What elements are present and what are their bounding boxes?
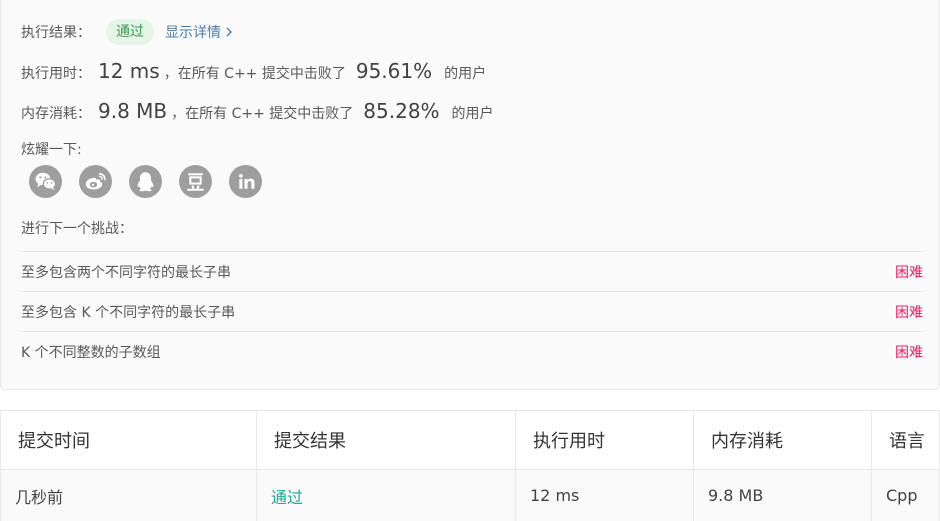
runtime-beat-text: ，在所有 C++ 提交中击败了	[163, 66, 346, 82]
result-row: 执行结果： 通过 显示详情	[21, 19, 232, 45]
header-submit-time: 提交时间	[0, 411, 257, 469]
wechat-share-button[interactable]	[29, 165, 62, 198]
memory-value: 9.8 MB	[98, 99, 168, 123]
memory-beat-text: ，在所有 C++ 提交中击败了	[171, 106, 354, 122]
next-challenge-row: 进行下一个挑战：	[21, 219, 133, 237]
header-submit-result: 提交结果	[257, 411, 516, 469]
header-memory: 内存消耗	[694, 411, 872, 469]
difficulty-badge: 困难	[895, 304, 923, 321]
difficulty-badge: 困难	[895, 344, 923, 361]
runtime-label: 执行用时：	[21, 66, 91, 82]
weibo-share-button[interactable]	[79, 165, 112, 198]
runtime-percent: 95.61%	[355, 59, 433, 83]
wechat-icon	[35, 172, 57, 191]
cell-submit-time: 几秒前	[0, 470, 257, 521]
cell-runtime: 12 ms	[516, 470, 694, 521]
douban-share-button[interactable]	[179, 165, 212, 198]
share-label: 炫耀一下:	[21, 142, 82, 158]
challenge-item[interactable]: 至多包含两个不同字符的最长子串 困难	[21, 251, 923, 291]
cell-memory: 9.8 MB	[694, 470, 872, 521]
runtime-row: 执行用时： 12 ms ，在所有 C++ 提交中击败了 95.61% 的用户	[21, 59, 486, 87]
weibo-icon	[85, 172, 106, 190]
next-challenge-label: 进行下一个挑战：	[21, 221, 133, 237]
douban-icon	[187, 173, 204, 191]
challenge-item[interactable]: K 个不同整数的子数组 困难	[21, 331, 923, 371]
submissions-table: 提交时间 提交结果 执行用时 内存消耗 语言 几秒前 通过 12 ms 9.8 …	[0, 410, 940, 521]
memory-percent: 85.28%	[363, 99, 440, 123]
header-runtime: 执行用时	[516, 411, 694, 469]
linkedin-share-button[interactable]	[229, 165, 262, 198]
header-language: 语言	[872, 411, 940, 469]
cell-submit-result: 通过	[257, 470, 516, 521]
qq-share-button[interactable]	[129, 165, 162, 198]
difficulty-badge: 困难	[895, 264, 923, 281]
challenge-item[interactable]: 至多包含 K 个不同字符的最长子串 困难	[21, 291, 923, 331]
challenge-title[interactable]: 至多包含 K 个不同字符的最长子串	[21, 302, 235, 322]
share-row: 炫耀一下:	[21, 140, 82, 158]
chevron-right-icon[interactable]	[226, 27, 232, 37]
memory-row: 内存消耗： 9.8 MB ，在所有 C++ 提交中击败了 85.28% 的用户	[21, 99, 494, 127]
next-challenge-list: 至多包含两个不同字符的最长子串 困难 至多包含 K 个不同字符的最长子串 困难 …	[21, 251, 923, 371]
submission-result-panel: 执行结果： 通过 显示详情 执行用时： 12 ms ，在所有 C++ 提交中击败…	[0, 0, 940, 390]
status-badge: 通过	[106, 19, 154, 45]
result-label: 执行结果：	[21, 25, 91, 41]
challenge-title[interactable]: 至多包含两个不同字符的最长子串	[21, 262, 231, 282]
share-icons	[29, 165, 262, 198]
linkedin-icon	[239, 174, 255, 189]
runtime-value: 12 ms	[98, 59, 160, 83]
memory-suffix: 的用户	[451, 106, 494, 122]
qq-icon	[137, 172, 154, 192]
challenge-title[interactable]: K 个不同整数的子数组	[21, 342, 161, 362]
cell-language: Cpp	[872, 470, 940, 521]
table-header-row: 提交时间 提交结果 执行用时 内存消耗 语言	[0, 410, 940, 470]
runtime-suffix: 的用户	[444, 66, 487, 82]
table-row: 几秒前 通过 12 ms 9.8 MB Cpp	[0, 470, 940, 521]
submit-result-link[interactable]: 通过	[271, 484, 303, 508]
memory-label: 内存消耗：	[21, 106, 91, 122]
show-details-link[interactable]: 显示详情	[165, 22, 221, 42]
